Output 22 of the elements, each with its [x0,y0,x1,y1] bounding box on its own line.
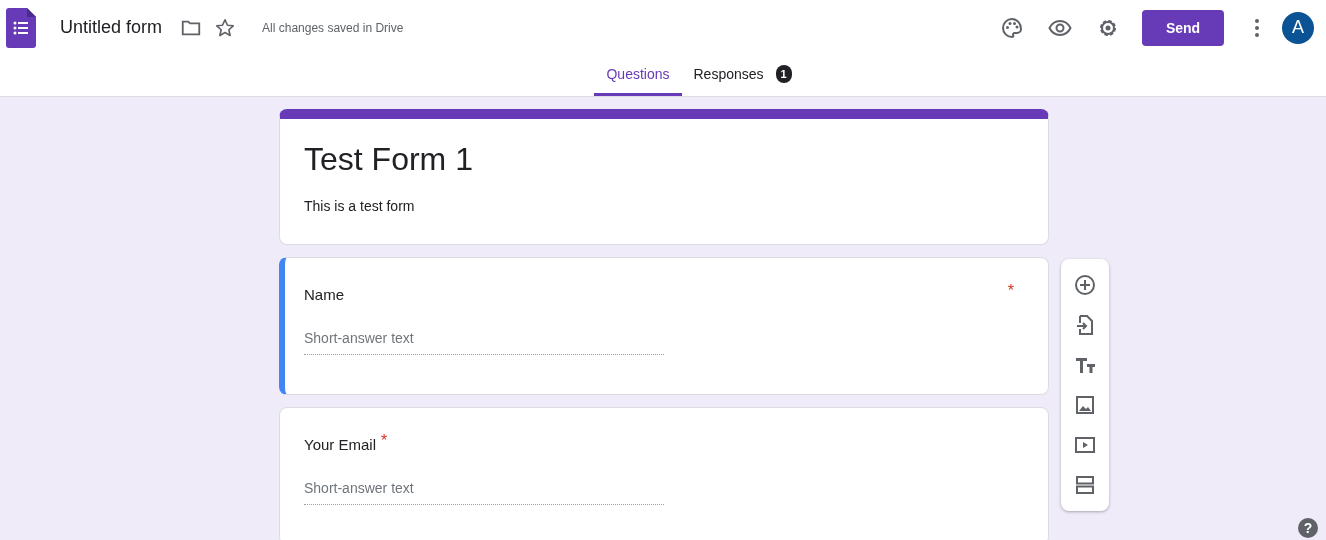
help-button[interactable]: ? [1298,518,1318,538]
image-icon[interactable] [1073,393,1097,417]
question-card[interactable]: Name * Short-answer text [279,257,1049,395]
tab[interactable]: Responses [681,55,776,96]
question-card[interactable]: Your Email * Short-answer text [279,407,1049,540]
form-title[interactable]: Untitled form [60,17,163,38]
question-title: Name [304,286,344,303]
add-question-icon[interactable] [1073,273,1097,297]
response-count-badge: 1 [775,65,792,83]
form-heading[interactable]: Test Form 1 [304,141,1024,178]
save-status: All changes saved in Drive [262,20,404,35]
required-mark: * [1007,282,1014,300]
more-icon[interactable] [1254,17,1260,38]
star-icon[interactable] [214,16,237,39]
send-button[interactable]: Send [1142,9,1224,46]
account-avatar[interactable]: A [1282,11,1314,44]
form-description[interactable]: This is a test form [304,198,1024,214]
section-icon[interactable] [1073,473,1097,497]
question-title: Your Email [304,436,376,453]
required-mark: * [381,432,388,450]
forms-logo-icon[interactable] [6,7,36,48]
palette-icon[interactable] [1000,15,1024,40]
